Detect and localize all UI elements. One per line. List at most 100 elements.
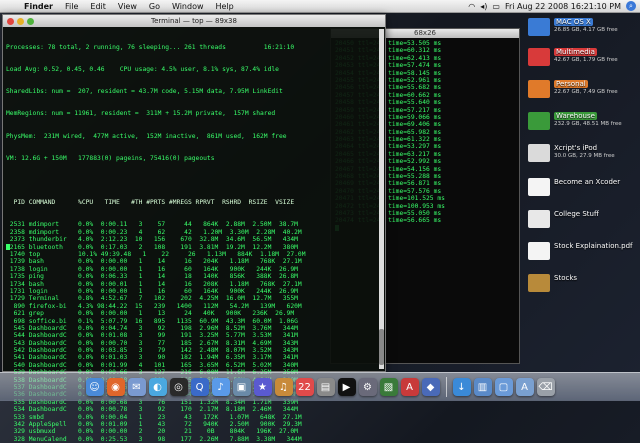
process-row: 2358 mdimport 0.0% 0:00.23 4 62 42 1.20M… bbox=[6, 228, 302, 236]
calendar-dock-icon[interactable]: 22 bbox=[295, 378, 314, 396]
terminal-title: Terminal — top — 89x38 bbox=[151, 17, 237, 25]
top-summary-line: PhysMem: 231M wired, 477M active, 152M i… bbox=[6, 132, 287, 140]
desktop-icon[interactable]: Become an Xcoder bbox=[520, 174, 640, 206]
process-row: 541 DashboardC 0.0% 0:01.03 3 90 182 1.9… bbox=[6, 354, 298, 362]
desktop-icon[interactable]: Warehouse 232.9 GB, 48.51 MB free bbox=[520, 108, 640, 140]
process-row: 1734 bash 0.0% 0:00.01 1 14 16 208K 1.18… bbox=[6, 280, 302, 288]
terminal-titlebar[interactable]: Terminal — top — 89x38 bbox=[3, 15, 385, 27]
desktop-icon-label: Stocks bbox=[554, 274, 578, 282]
imovie-dock-icon[interactable]: ★ bbox=[253, 378, 272, 396]
desktop-icon[interactable]: Personal 22.67 GB, 7.49 GB free bbox=[520, 76, 640, 108]
desktop-icon[interactable]: Stock Explaination.pdf bbox=[520, 238, 640, 270]
process-row: 328 MenuCalend 0.0% 0:25.53 3 98 177 2.2… bbox=[6, 435, 302, 443]
desktop-icon-label: Xcript's iPod bbox=[554, 144, 598, 152]
desktop-icon[interactable]: Stocks bbox=[520, 270, 640, 302]
menu-extras: ◠ ◂) ▭ Fri Aug 22 2008 16:21:10 PM ⌕ bbox=[468, 1, 640, 11]
process-row: 543 DashboardC 0.0% 0:00.70 3 77 185 2.6… bbox=[6, 339, 298, 347]
menu-edit[interactable]: Edit bbox=[84, 2, 112, 11]
process-table-header: PID COMMAND %CPU TIME #TH #PRTS #MREGS R… bbox=[6, 199, 295, 207]
scrollbar-thumb[interactable] bbox=[379, 329, 384, 365]
mail-dock-icon[interactable]: ✉ bbox=[127, 378, 146, 396]
dock-separator bbox=[445, 377, 447, 397]
terminal-output[interactable]: Processes: 78 total, 2 running, 76 sleep… bbox=[3, 27, 385, 443]
documents-dock-icon[interactable]: ▥ bbox=[473, 378, 492, 396]
finder-dock-icon[interactable]: ☺ bbox=[85, 378, 104, 396]
folder-dock-icon[interactable]: ▢ bbox=[494, 378, 513, 396]
desktop-icon[interactable]: Multimedia 42.67 GB, 1.79 GB free bbox=[520, 44, 640, 76]
process-row: 2531 mdimport 0.0% 0:00.11 3 57 44 864K … bbox=[6, 221, 298, 229]
desktop-icons: MAC OS X 26.85 GB, 4.17 GB free Multimedia… bbox=[520, 14, 640, 314]
spotlight-icon[interactable]: ⌕ bbox=[626, 1, 636, 11]
downloads-dock-icon[interactable]: ↓ bbox=[452, 378, 471, 396]
desktop-icon[interactable]: MAC OS X 26.85 GB, 4.17 GB free bbox=[520, 14, 640, 46]
desktop-icon-sublabel: 26.85 GB, 4.17 GB free bbox=[554, 27, 618, 33]
battery-icon[interactable]: ▭ bbox=[492, 2, 500, 11]
desktop-icon-label: Multimedia bbox=[554, 48, 597, 56]
desktop-icon[interactable]: College Stuff bbox=[520, 206, 640, 238]
hard-drive-icon bbox=[528, 18, 550, 36]
applications-dock-icon[interactable]: A bbox=[515, 378, 534, 396]
top-summary-line: Processes: 78 total, 2 running, 76 sleep… bbox=[6, 43, 295, 51]
desktop-icon-sublabel: 42.67 GB, 1.79 GB free bbox=[554, 57, 618, 63]
desktop-icon[interactable]: Xcript's iPod 30.0 GB, 27.9 MB free bbox=[520, 140, 640, 172]
desktop-icon-sublabel: 232.9 GB, 48.51 MB free bbox=[554, 121, 622, 127]
menu-help[interactable]: Help bbox=[210, 2, 240, 11]
menu-bar: Finder File Edit View Go Window Help ◠ ◂… bbox=[0, 0, 640, 13]
garageband-dock-icon[interactable]: ♫ bbox=[274, 378, 293, 396]
app-dock-icon[interactable]: ◆ bbox=[421, 378, 440, 396]
desktop-icon-label: Become an Xcoder bbox=[554, 178, 621, 186]
menubar-clock[interactable]: Fri Aug 22 2008 16:21:10 PM bbox=[505, 2, 621, 11]
process-row: 542 DashboardC 0.0% 0:03.85 3 79 142 2.4… bbox=[6, 347, 298, 355]
hard-drive-icon bbox=[528, 80, 550, 98]
desktop-icon-label: MAC OS X bbox=[554, 18, 593, 26]
dock: ☺ ◉ ✉ ◐ ◎ Q ♪ ▣ ★ ♫ 22 ▤ ▶ ⚙ ▧ A ◆ ↓ ▥ ▢ A ⌫ bbox=[0, 372, 640, 401]
menu-finder[interactable]: Finder bbox=[18, 2, 59, 11]
document-icon bbox=[528, 178, 550, 196]
menu-view[interactable]: View bbox=[112, 2, 143, 11]
terminal-dock-icon[interactable]: ▶ bbox=[337, 378, 356, 396]
process-row: 698 soffice.bi 0.1% 5:07.79 16 895 1135 … bbox=[6, 317, 298, 325]
process-row: 534 DashboardC 0.0% 0:00.78 3 92 170 2.1… bbox=[6, 406, 298, 414]
process-row: 545 DashboardC 0.0% 0:04.74 3 92 198 2.9… bbox=[6, 324, 298, 332]
wifi-icon[interactable]: ◠ bbox=[468, 2, 475, 11]
top-summary-line: MemRegions: num = 11961, resident = 311M… bbox=[6, 110, 276, 118]
process-row: 342 AppleSpell 0.0% 0:01.09 1 43 72 940K… bbox=[6, 420, 302, 428]
itunes-dock-icon[interactable]: ♪ bbox=[211, 378, 230, 396]
acrobat-dock-icon[interactable]: A bbox=[400, 378, 419, 396]
menu-file[interactable]: File bbox=[59, 2, 84, 11]
iphoto-dock-icon[interactable]: ▣ bbox=[232, 378, 251, 396]
top-summary-line: SharedLibs: num = 207, resident = 43.7M … bbox=[6, 88, 283, 96]
preview-dock-icon[interactable]: ▤ bbox=[316, 378, 335, 396]
treasure-chest-icon bbox=[528, 274, 550, 292]
desktop-icon-label: College Stuff bbox=[554, 210, 599, 218]
process-row: 1735 ping 0.0% 0:06.33 1 14 18 140K 856K… bbox=[6, 273, 298, 281]
process-row: 1739 bash 0.0% 0:00.00 1 14 16 204K 1.18… bbox=[6, 258, 302, 266]
trash-dock-icon[interactable]: ⌫ bbox=[536, 378, 555, 396]
process-row: 544 DashboardC 0.0% 0:01.08 3 99 191 3.2… bbox=[6, 332, 298, 340]
process-row: 329 usbmuxd 0.0% 0:00.00 2 20 21 0B 804K… bbox=[6, 428, 298, 436]
menu-go[interactable]: Go bbox=[143, 2, 166, 11]
ipod-icon bbox=[528, 144, 550, 162]
dashboard-dock-icon[interactable]: ◎ bbox=[169, 378, 188, 396]
system-prefs-dock-icon[interactable]: ⚙ bbox=[358, 378, 377, 396]
process-row: 533 smbd 0.0% 0:00.04 1 23 43 172K 1.07M… bbox=[6, 413, 302, 421]
ichat-dock-icon[interactable]: ◐ bbox=[148, 378, 167, 396]
document-icon bbox=[528, 210, 550, 228]
firefox-dock-icon[interactable]: ◉ bbox=[106, 378, 125, 396]
process-row: 1738 login 0.0% 0:00.00 1 16 60 164K 900… bbox=[6, 265, 298, 273]
quicktime-dock-icon[interactable]: Q bbox=[190, 378, 209, 396]
document-icon bbox=[528, 242, 550, 260]
volume-icon[interactable]: ◂) bbox=[480, 2, 487, 11]
terminal-window[interactable]: Terminal — top — 89x38 Processes: 78 tot… bbox=[2, 14, 386, 443]
terminal-scrollbar[interactable] bbox=[379, 29, 384, 369]
desktop-icon-sublabel: 30.0 GB, 27.9 MB free bbox=[554, 153, 615, 159]
activity-monitor-dock-icon[interactable]: ▧ bbox=[379, 378, 398, 396]
process-row: 1729 Terminal 0.8% 4:52.67 7 102 202 4.2… bbox=[6, 295, 298, 303]
desktop-icon-label: Personal bbox=[554, 80, 588, 88]
top-summary-line: Load Avg: 0.52, 0.45, 0.46 CPU usage: 4.… bbox=[6, 66, 279, 74]
hard-drive-icon bbox=[528, 48, 550, 66]
process-row: 1740 top 10.1% 49:39.48 1 22 26 1.13M 88… bbox=[6, 251, 306, 258]
menu-window[interactable]: Window bbox=[166, 2, 210, 11]
process-row: 621 grep 0.0% 0:00.00 1 13 24 40K 900K 2… bbox=[6, 310, 295, 318]
